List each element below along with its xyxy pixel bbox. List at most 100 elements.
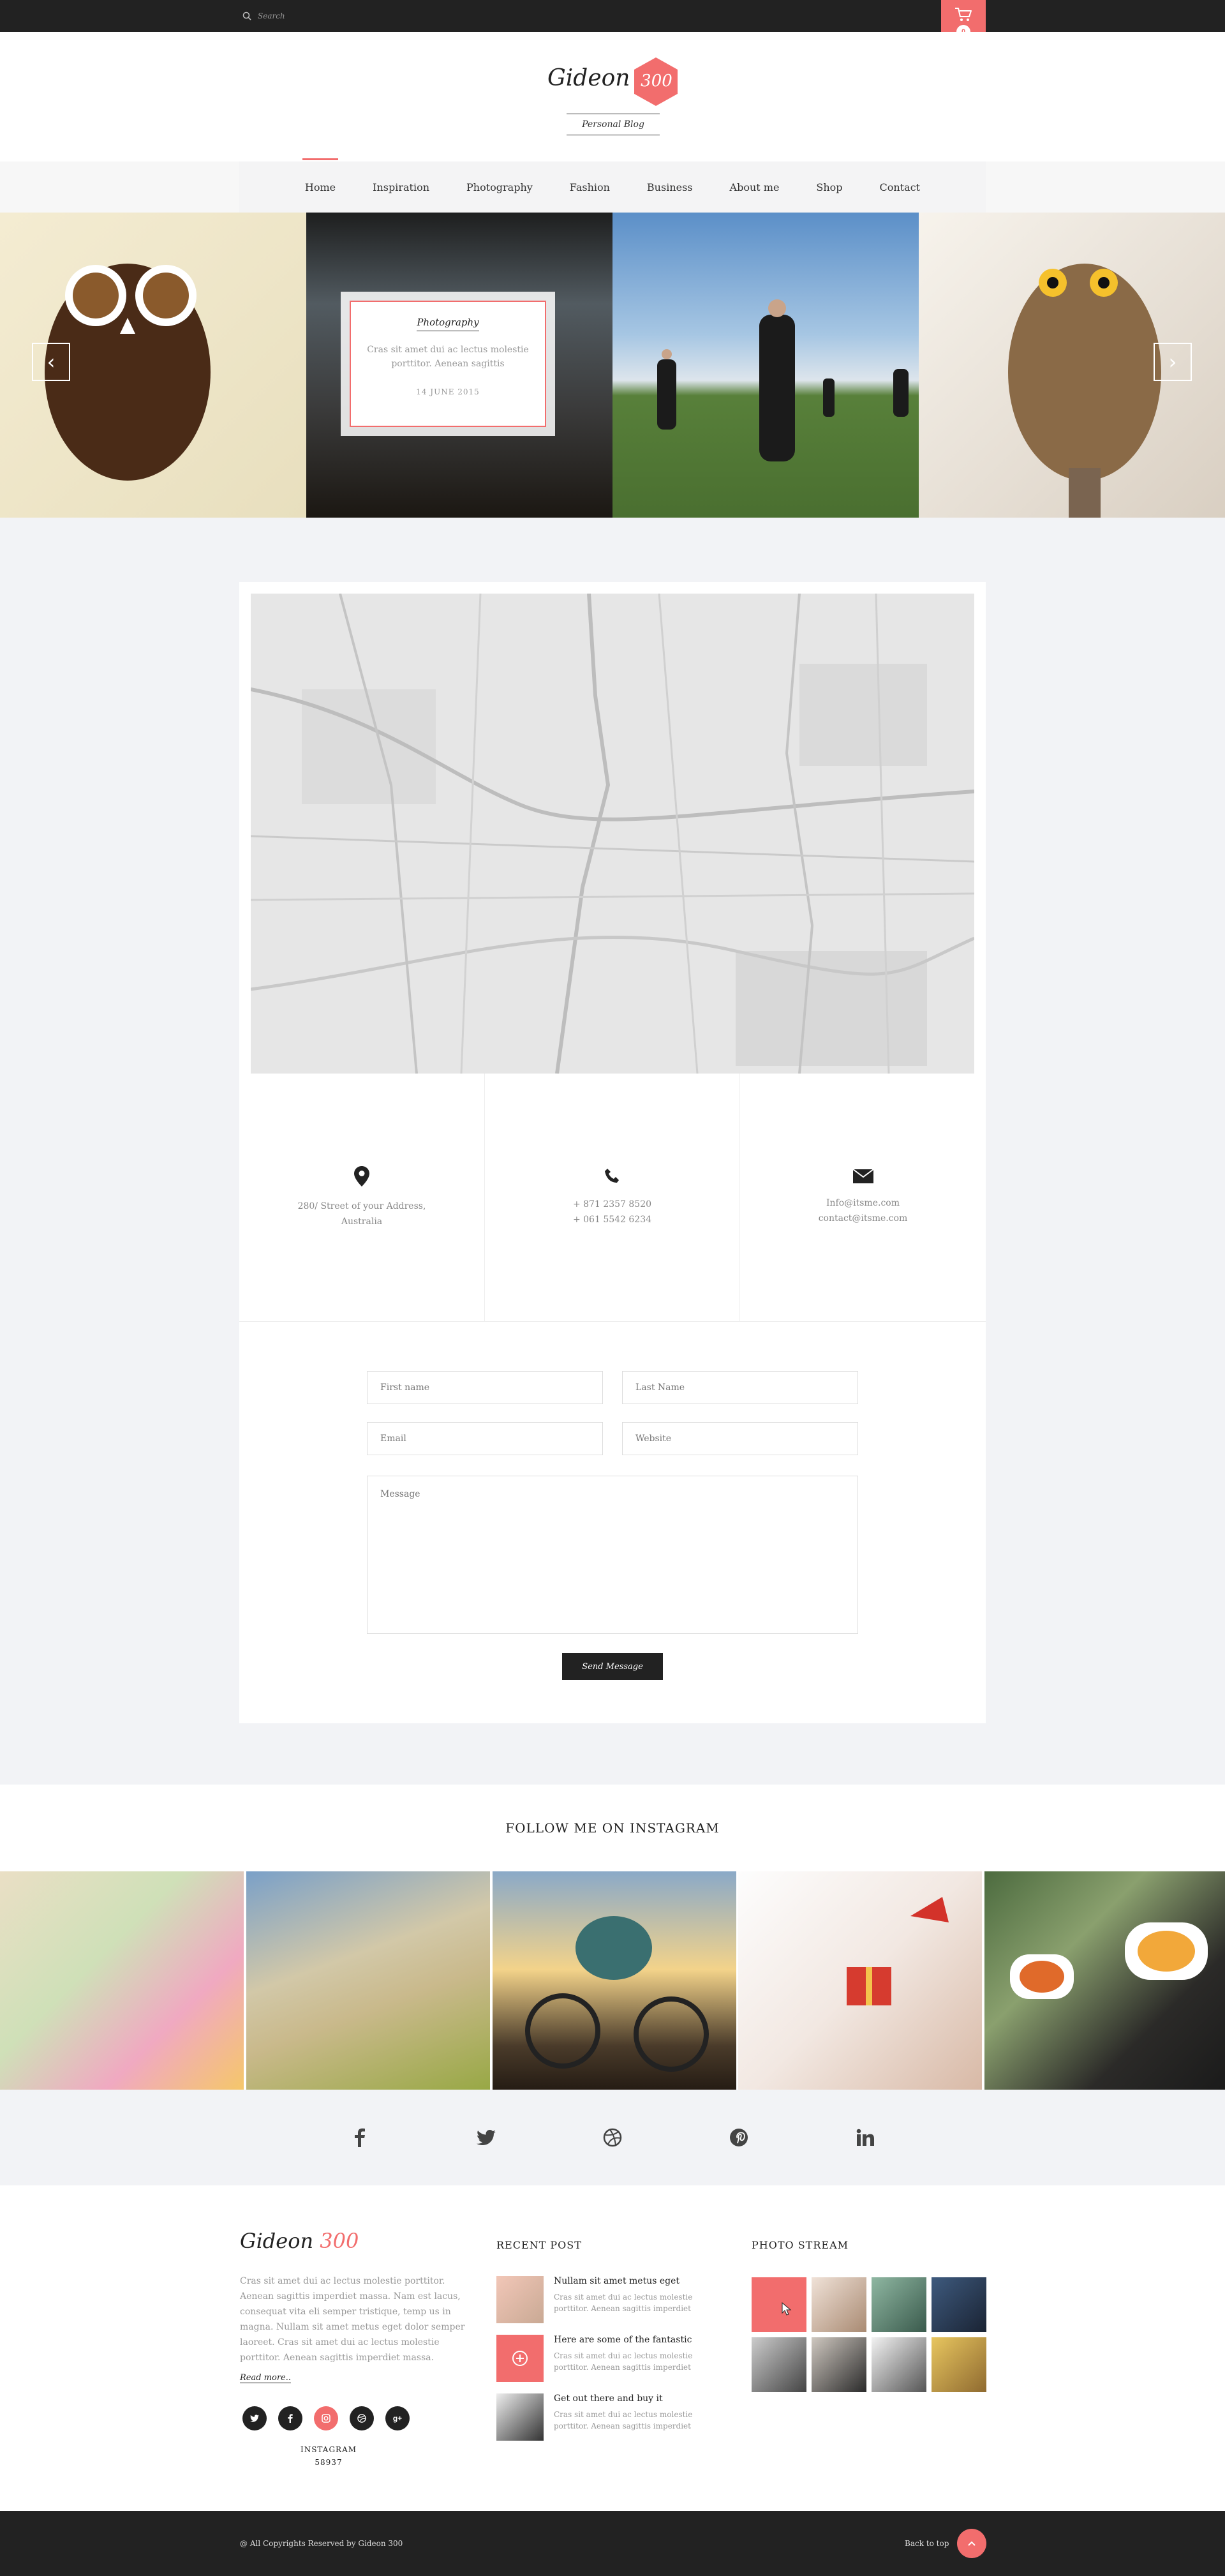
nav-item-business[interactable]: Business [647,177,693,197]
instagram-icon[interactable] [314,2406,338,2430]
slide-businessmen-field-image[interactable] [612,213,919,518]
recent-post-heading: RECENT POST [496,2239,582,2251]
logo[interactable]: Gideon 300 [547,56,678,110]
phone-line2[interactable]: + 061 5542 6234 [573,1212,651,1227]
recent-post-excerpt: Cras sit amet dui ac lectus molestie por… [554,2410,693,2430]
map-pin-icon [354,1166,369,1187]
instagram-count: 58937 [315,2458,343,2467]
message-field[interactable] [367,1476,858,1634]
slider-next-button[interactable]: › [1154,343,1192,381]
recent-post-title[interactable]: Nullam sit amet metus eget [554,2276,679,2286]
recent-post-thumbnail[interactable] [496,2276,544,2323]
contact-phone: + 871 2357 8520 + 061 5542 6234 [485,1074,740,1321]
nav-item-contact[interactable]: Contact [880,177,921,197]
email-line2[interactable]: contact@itsme.com [819,1211,908,1226]
google-plus-glyph: g+ [392,2414,403,2423]
copyright-text: @ All Copyrights Reserved by Gideon 300 [240,2539,403,2548]
nav-item-photography[interactable]: Photography [466,177,533,197]
slider-prev-button[interactable]: ‹ [32,343,70,381]
nav-item-about-me[interactable]: About me [730,177,780,197]
search-box[interactable]: Search [242,8,434,24]
read-more-link[interactable]: Read more.. [240,2373,292,2383]
top-bar [0,0,1225,32]
recent-post-excerpt: Cras sit amet dui ac lectus molestie por… [554,2351,693,2372]
cursor-icon [782,2302,792,2316]
address-line2: Australia [341,1217,383,1227]
twitter-icon[interactable] [473,2125,499,2150]
bottom-bar [0,2511,1225,2576]
email-field[interactable] [367,1422,603,1455]
nav-item-shop[interactable]: Shop [816,177,842,197]
plus-icon [512,2351,528,2366]
social-bar [0,2090,1225,2185]
photo-stream-item[interactable] [752,2337,806,2392]
instagram-photo-christmas-gift[interactable] [738,1871,982,2090]
envelope-icon [852,1169,874,1183]
photo-stream-item[interactable] [932,2277,986,2332]
back-to-top-link[interactable]: Back to top [905,2539,949,2548]
footer-logo-word: Gideon [240,2229,314,2253]
bike-rider-illustration [525,1916,709,2072]
dribbble-icon[interactable] [350,2406,374,2430]
recent-post-thumbnail[interactable] [496,2335,544,2382]
caption-text: Cras sit amet dui ac lectus molestie por… [367,345,529,369]
logo-wordmark: Gideon [547,65,630,91]
email-line1[interactable]: Info@itsme.com [826,1195,900,1211]
phone-line1[interactable]: + 871 2357 8520 [573,1197,651,1212]
logo-number: 300 [641,71,672,91]
first-name-field[interactable] [367,1371,603,1404]
map[interactable] [251,594,974,1074]
recent-post-item[interactable]: Nullam sit amet metus eget Cras sit amet… [496,2276,707,2323]
footer-logo-number: 300 [320,2229,359,2253]
instagram-followers: INSTAGRAM 58937 [293,2443,364,2469]
linkedin-icon[interactable] [852,2125,878,2150]
instagram-photo-shopping[interactable] [0,1871,244,2090]
facebook-icon[interactable] [278,2406,302,2430]
last-name-field[interactable] [622,1371,858,1404]
hero-slider [0,213,1225,518]
website-field[interactable] [622,1422,858,1455]
instagram-title: FOLLOW ME ON INSTAGRAM [505,1820,720,1836]
search-icon [242,11,251,20]
back-to-top-button[interactable] [957,2529,986,2558]
instagram-photo-bicycle[interactable] [246,1871,490,2090]
recent-post-item[interactable]: Here are some of the fantastic Cras sit … [496,2335,707,2382]
cart-icon [955,8,972,21]
address-line1: 280/ Street of your Address, [297,1201,426,1211]
search-input[interactable]: Search [258,11,285,20]
photo-stream-item[interactable] [752,2277,806,2332]
photo-stream-item[interactable] [812,2337,866,2392]
photo-stream-item[interactable] [812,2277,866,2332]
contact-email: Info@itsme.com contact@itsme.com [740,1074,986,1321]
divider [239,1321,986,1322]
main-nav: Home Inspiration Photography Fashion Bus… [239,158,986,213]
nav-item-fashion[interactable]: Fashion [570,177,610,197]
chevron-right-icon: › [1168,350,1177,374]
photo-stream-item[interactable] [872,2277,926,2332]
nav-item-inspiration[interactable]: Inspiration [373,177,429,197]
gift-illustration [847,1897,949,2005]
recent-post-title[interactable]: Here are some of the fantastic [554,2335,692,2345]
google-plus-icon[interactable]: g+ [385,2406,410,2430]
send-message-button[interactable]: Send Message [562,1653,663,1680]
businessmen-silhouettes [657,299,909,461]
chevron-up-icon [968,2541,976,2546]
facebook-icon[interactable] [347,2125,373,2150]
instagram-photo-mountain-bike[interactable] [493,1871,736,2090]
dribbble-icon[interactable] [600,2125,625,2150]
photo-stream-item[interactable] [932,2337,986,2392]
chevron-left-icon: ‹ [47,350,56,374]
instagram-photo-sunglasses[interactable] [984,1871,1225,2090]
recent-post-item[interactable]: Get out there and buy it Cras sit amet d… [496,2393,707,2441]
recent-post-thumbnail[interactable] [496,2393,544,2441]
pinterest-icon[interactable] [726,2125,752,2150]
footer-logo[interactable]: Gideon 300 [240,2229,359,2253]
nav-item-home[interactable]: Home [302,158,339,197]
recent-post-excerpt: Cras sit amet dui ac lectus molestie por… [554,2293,693,2313]
twitter-icon[interactable] [242,2406,267,2430]
slide-caption-box[interactable]: Photography Cras sit amet dui ac lectus … [350,301,546,427]
recent-post-title[interactable]: Get out there and buy it [554,2393,663,2404]
photo-stream-item[interactable] [872,2337,926,2392]
caption-category[interactable]: Photography [417,317,479,331]
tagline: Personal Blog [567,114,660,135]
